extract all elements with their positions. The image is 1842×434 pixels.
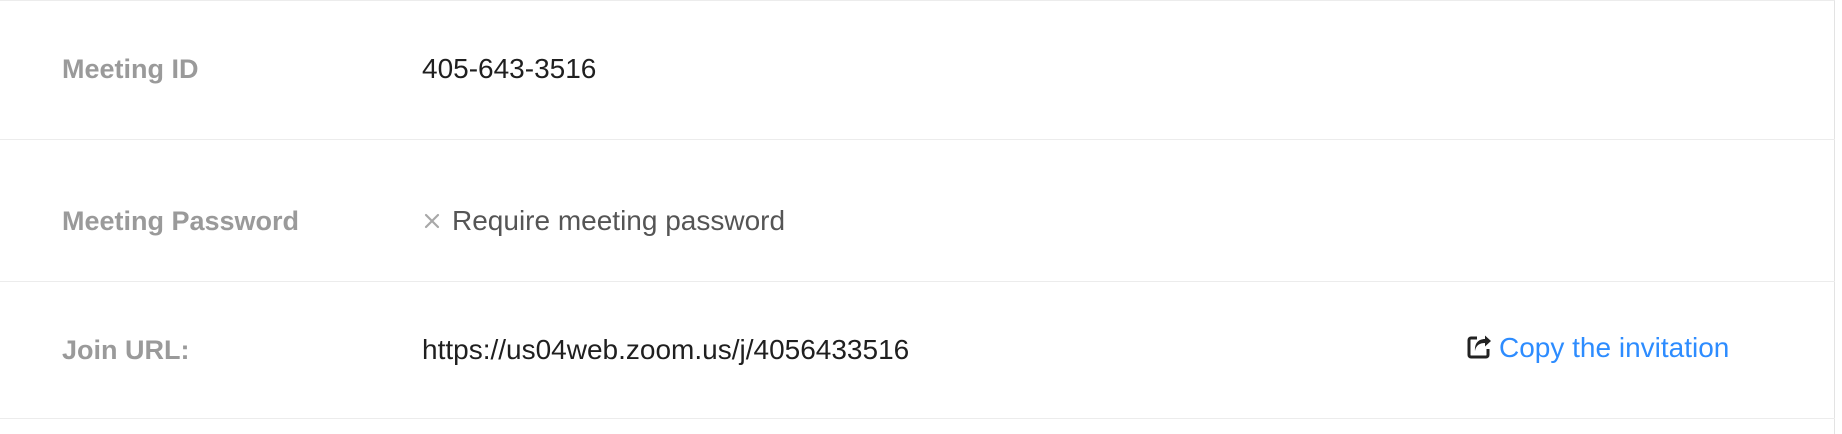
meeting-password-status-text: Require meeting password xyxy=(452,205,786,236)
join-url-label: Join URL: xyxy=(62,335,190,365)
copy-invitation-label: Copy the invitation xyxy=(1499,332,1730,363)
join-url-row: Join URL: https://us04web.zoom.us/j/4056… xyxy=(0,282,1835,419)
meeting-password-status: Require meeting password xyxy=(422,205,785,237)
meeting-password-label: Meeting Password xyxy=(62,206,300,236)
meeting-id-label: Meeting ID xyxy=(62,54,199,84)
copy-invitation-link[interactable]: Copy the invitation xyxy=(1465,332,1729,364)
meeting-password-row: Meeting Password Require meeting passwor… xyxy=(0,140,1835,282)
share-icon xyxy=(1465,333,1493,361)
meeting-id-value: 405-643-3516 xyxy=(422,53,597,84)
meeting-details-panel: Meeting ID 405-643-3516 Meeting Password… xyxy=(0,0,1835,434)
x-icon xyxy=(422,206,442,229)
meeting-id-row: Meeting ID 405-643-3516 xyxy=(0,1,1835,140)
join-url-value: https://us04web.zoom.us/j/4056433516 xyxy=(422,334,910,365)
